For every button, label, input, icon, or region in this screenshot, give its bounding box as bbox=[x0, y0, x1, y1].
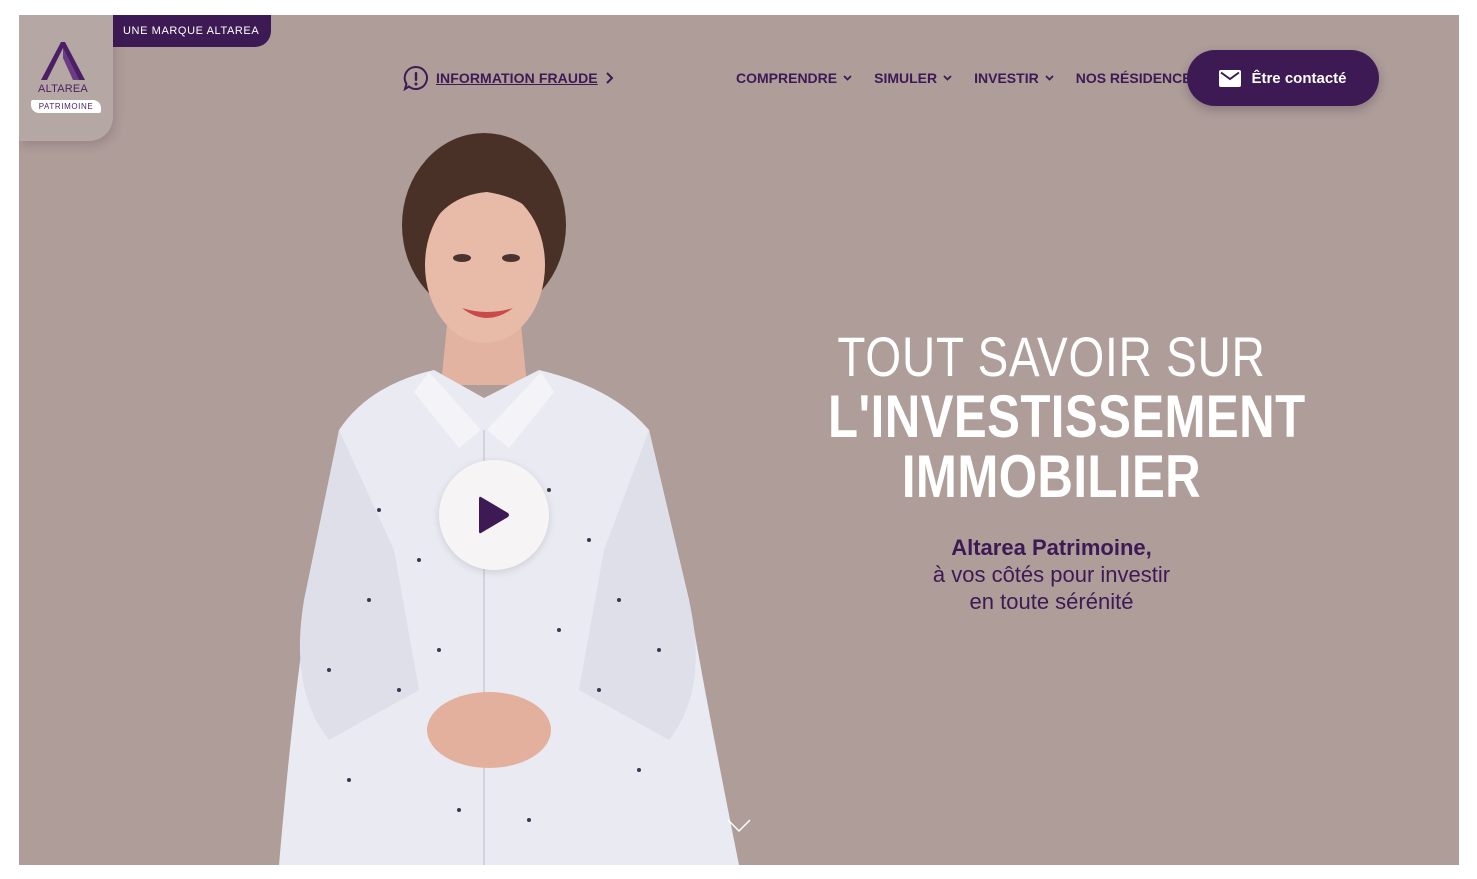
chevron-down-icon bbox=[1045, 75, 1054, 81]
nav-item-label: INVESTIR bbox=[974, 70, 1039, 86]
information-fraude-label: INFORMATION FRAUDE bbox=[436, 70, 598, 86]
chevron-down-icon[interactable] bbox=[727, 819, 751, 833]
altarea-a-icon bbox=[41, 42, 85, 80]
information-fraude-link[interactable]: INFORMATION FRAUDE bbox=[403, 65, 615, 91]
nav-item-label: SIMULER bbox=[874, 70, 938, 86]
hero-subtitle: Altarea Patrimoine, à vos côtés pour inv… bbox=[799, 534, 1304, 615]
subtitle-line-3: en toute sérénité bbox=[969, 589, 1134, 614]
nav-item-simuler[interactable]: SIMULER bbox=[874, 70, 952, 86]
main-nav: COMPRENDRE SIMULER INVESTIR NOS RÉSIDENC… bbox=[736, 67, 1201, 89]
play-video-button[interactable] bbox=[439, 460, 549, 570]
chevron-right-icon bbox=[606, 72, 614, 84]
chevron-down-icon bbox=[843, 75, 852, 81]
nav-item-investir[interactable]: INVESTIR bbox=[974, 70, 1054, 86]
mail-icon bbox=[1219, 69, 1242, 87]
subtitle-brand: Altarea Patrimoine, bbox=[951, 535, 1152, 560]
chevron-down-icon bbox=[943, 75, 952, 81]
nav-item-label: COMPRENDRE bbox=[736, 70, 838, 86]
etre-contacte-button[interactable]: Être contacté bbox=[1187, 50, 1379, 106]
hero-section: UNE MARQUE ALTAREA ALTAREA PATRIMOINE IN… bbox=[19, 15, 1459, 865]
hero-headline: TOUT SAVOIR SUR L'INVESTISSEMENT IMMOBIL… bbox=[779, 327, 1324, 507]
logo-subtitle: PATRIMOINE bbox=[31, 100, 101, 113]
logo-name: ALTAREA bbox=[38, 83, 88, 95]
brand-tab-label: UNE MARQUE ALTAREA bbox=[123, 25, 260, 37]
etre-contacte-label: Être contacté bbox=[1251, 69, 1347, 87]
alert-bubble-icon bbox=[403, 65, 428, 91]
brand-tab[interactable]: UNE MARQUE ALTAREA bbox=[113, 15, 271, 47]
headline-line-2: L'INVESTISSEMENT bbox=[828, 383, 1306, 450]
nav-item-label: NOS RÉSIDENCES bbox=[1075, 70, 1201, 86]
headline-line-1: TOUT SAVOIR SUR bbox=[837, 325, 1266, 388]
altarea-logo[interactable]: ALTAREA PATRIMOINE bbox=[19, 15, 113, 141]
subtitle-line-2: à vos côtés pour investir bbox=[932, 562, 1171, 587]
nav-item-comprendre[interactable]: COMPRENDRE bbox=[736, 70, 852, 86]
nav-item-nos-residences[interactable]: NOS RÉSIDENCES bbox=[1076, 70, 1201, 86]
headline-line-3: IMMOBILIER bbox=[901, 443, 1202, 510]
play-icon bbox=[479, 496, 509, 534]
